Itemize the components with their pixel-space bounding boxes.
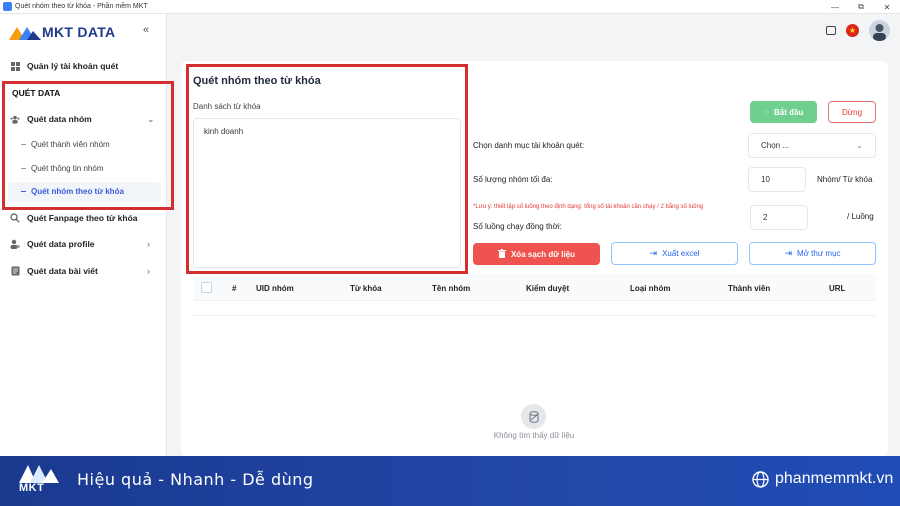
clear-data-button[interactable]: Xóa sạch dữ liệu: [473, 243, 600, 265]
category-select[interactable]: Chọn ... ⌄: [748, 133, 876, 158]
avatar[interactable]: [869, 20, 890, 41]
grid-icon: [10, 61, 20, 71]
stop-button-label: Dừng: [841, 107, 863, 117]
footer-website[interactable]: phanmemmkt.vn: [752, 470, 893, 488]
export-excel-label: Xuất excel: [662, 249, 700, 258]
open-folder-button[interactable]: ⇥ Mở thư mục: [749, 242, 876, 265]
close-button[interactable]: ✕: [874, 0, 900, 14]
vietnam-flag-icon[interactable]: ★: [846, 24, 859, 37]
globe-icon: [752, 470, 769, 488]
sidebar-item-profile[interactable]: Quét data profile ›: [10, 239, 150, 249]
window-mode-icon[interactable]: [826, 26, 836, 35]
sidebar-item-account[interactable]: Quản lý tài khoản quét: [10, 61, 118, 71]
search-icon: [10, 213, 20, 223]
trash-icon: [497, 248, 506, 260]
window-controls: — ⧉ ✕: [822, 0, 900, 14]
logo-mark-icon: [9, 27, 41, 40]
app-logo[interactable]: MKT DATA: [9, 24, 115, 40]
highlight-box-keyword: [186, 64, 468, 274]
window-title: Quét nhóm theo từ khóa - Phần mềm MKT: [15, 3, 148, 10]
column-header-index[interactable]: #: [232, 284, 236, 293]
window-titlebar: Quét nhóm theo từ khóa - Phần mềm MKT — …: [0, 0, 900, 14]
footer-website-text: phanmemmkt.vn: [775, 470, 894, 487]
threads-value: 2: [763, 213, 768, 222]
column-header-moderation[interactable]: Kiểm duyệt: [526, 284, 569, 293]
empty-data-icon: [521, 404, 546, 429]
sidebar-item-fanpage[interactable]: Quét Fanpage theo từ khóa: [10, 213, 138, 223]
chevron-right-icon: ›: [147, 239, 150, 249]
empty-data-text: Không tìm thấy dữ liệu: [493, 431, 575, 440]
max-groups-input[interactable]: 10: [748, 167, 806, 192]
highlight-box-sidebar: [2, 81, 174, 210]
sidebar-item-label: Quét Fanpage theo từ khóa: [27, 213, 138, 223]
select-all-checkbox[interactable]: [201, 282, 212, 293]
column-header-group-name[interactable]: Tên nhóm: [432, 284, 470, 293]
clear-data-label: Xóa sạch dữ liệu: [510, 249, 576, 259]
restore-button[interactable]: ⧉: [848, 0, 874, 14]
logo-text: MKT DATA: [42, 24, 116, 40]
sidebar-item-label: Quét data bài viết: [27, 266, 98, 276]
spinner-icon: ◌: [763, 107, 769, 117]
footer-banner: MKT Hiệu quả - Nhanh - Dễ dùng phanmemmk…: [0, 456, 900, 506]
column-header-members[interactable]: Thành viên: [728, 284, 770, 293]
table-divider: [193, 315, 876, 316]
threads-label: Số luồng chạy đồng thời:: [473, 222, 562, 231]
stop-button[interactable]: Dừng: [828, 101, 876, 123]
export-icon: ⇥: [649, 248, 658, 258]
export-excel-button[interactable]: ⇥ Xuất excel: [611, 242, 738, 265]
sidebar-item-label: Quản lý tài khoản quét: [27, 61, 119, 71]
document-icon: [10, 266, 20, 276]
open-folder-label: Mở thư mục: [797, 249, 841, 258]
user-gear-icon: [10, 239, 20, 249]
max-groups-label: Số lượng nhóm tối đa:: [473, 175, 553, 184]
footer-slogan: Hiệu quả - Nhanh - Dễ dùng: [77, 470, 314, 489]
minimize-button[interactable]: —: [822, 0, 848, 14]
sidebar-item-posts[interactable]: Quét data bài viết ›: [10, 266, 150, 276]
threads-input[interactable]: 2: [750, 205, 808, 230]
column-header-group-type[interactable]: Loại nhóm: [630, 284, 670, 293]
max-groups-value: 10: [761, 175, 770, 184]
threads-unit: / Luồng: [847, 212, 874, 221]
chevron-right-icon: ›: [147, 266, 150, 276]
header-actions: ★: [826, 20, 890, 41]
sidebar-item-label: Quét data profile: [27, 239, 95, 249]
column-header-url[interactable]: URL: [829, 284, 845, 293]
category-label: Chọn danh mục tài khoản quét:: [473, 141, 585, 150]
column-header-uid[interactable]: UID nhóm: [256, 284, 294, 293]
collapse-sidebar-icon[interactable]: «: [143, 24, 149, 36]
category-select-value: Chọn ...: [761, 141, 790, 150]
start-button-label: Bắt đầu: [774, 107, 804, 117]
footer-logo-text: MKT: [19, 482, 45, 494]
max-groups-unit: Nhóm/ Từ khóa: [817, 175, 873, 184]
open-folder-icon: ⇥: [784, 248, 793, 258]
column-header-keyword[interactable]: Từ khóa: [350, 284, 382, 293]
chevron-down-icon: ⌄: [856, 141, 863, 150]
app-icon: [3, 2, 12, 11]
start-button[interactable]: ◌ Bắt đầu: [750, 101, 817, 123]
threads-note: *Lưu ý: thiết lập số luồng theo định dạn…: [473, 204, 704, 210]
